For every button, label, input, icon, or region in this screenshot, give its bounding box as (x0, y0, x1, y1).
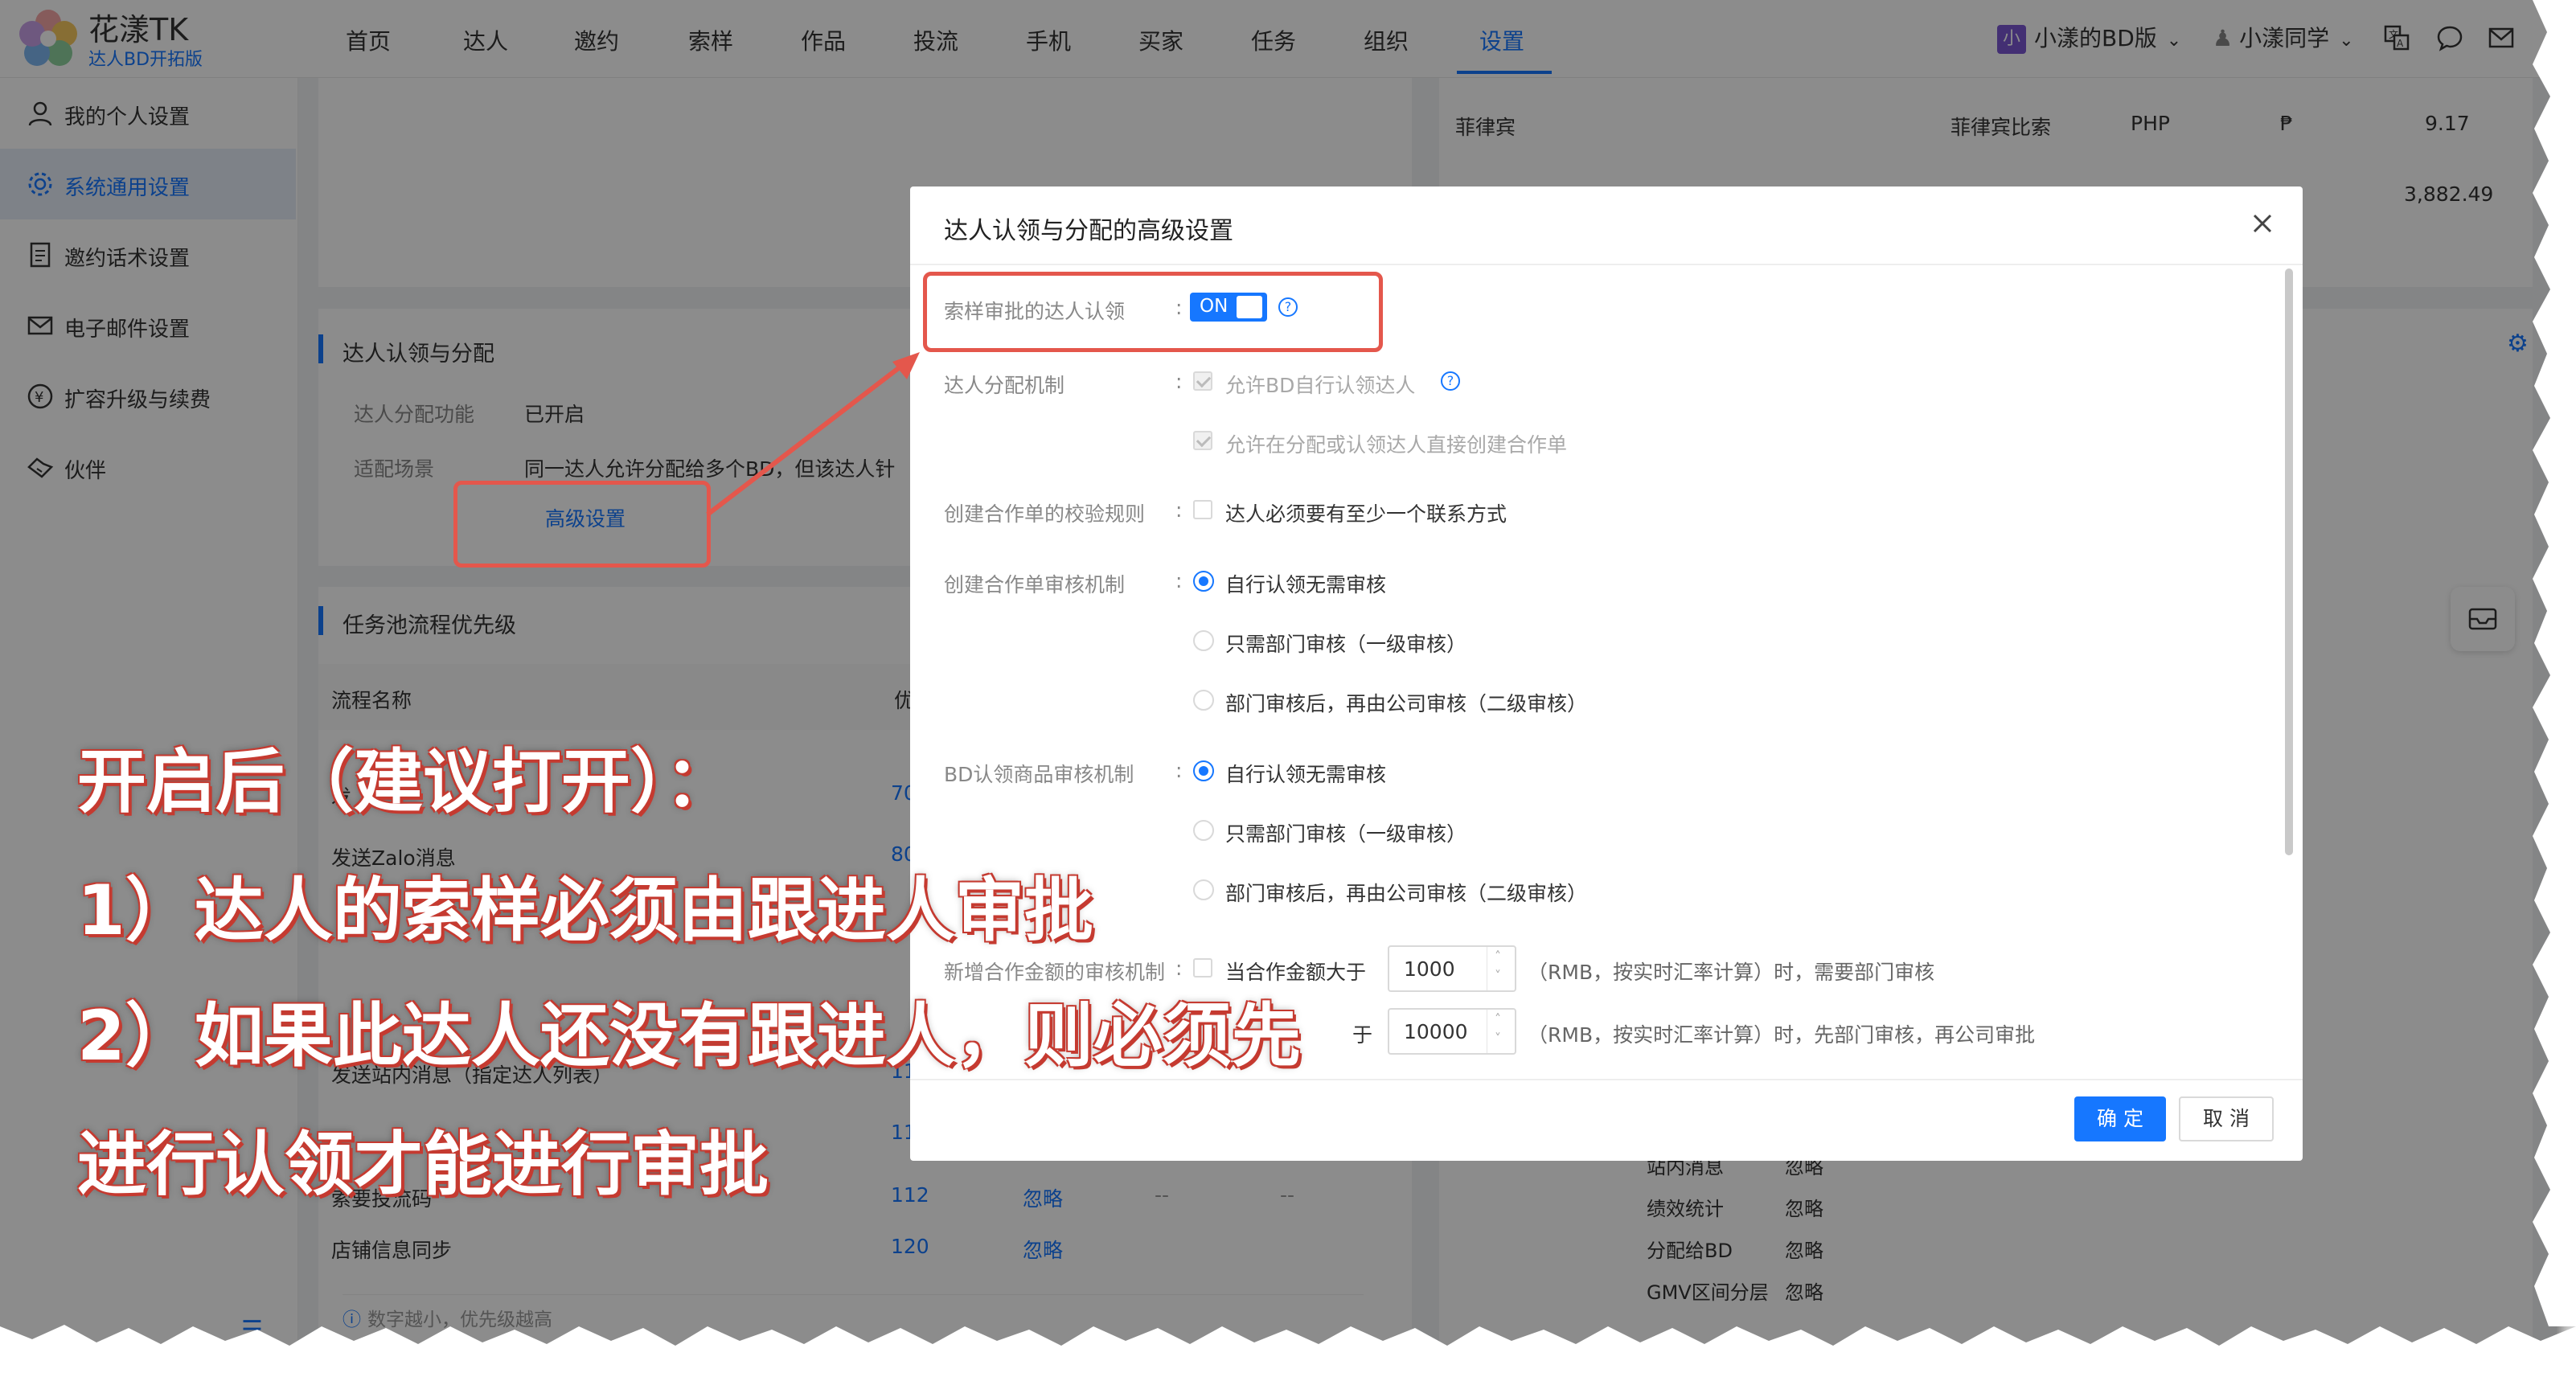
torn-paper-edge (0, 0, 2576, 1373)
